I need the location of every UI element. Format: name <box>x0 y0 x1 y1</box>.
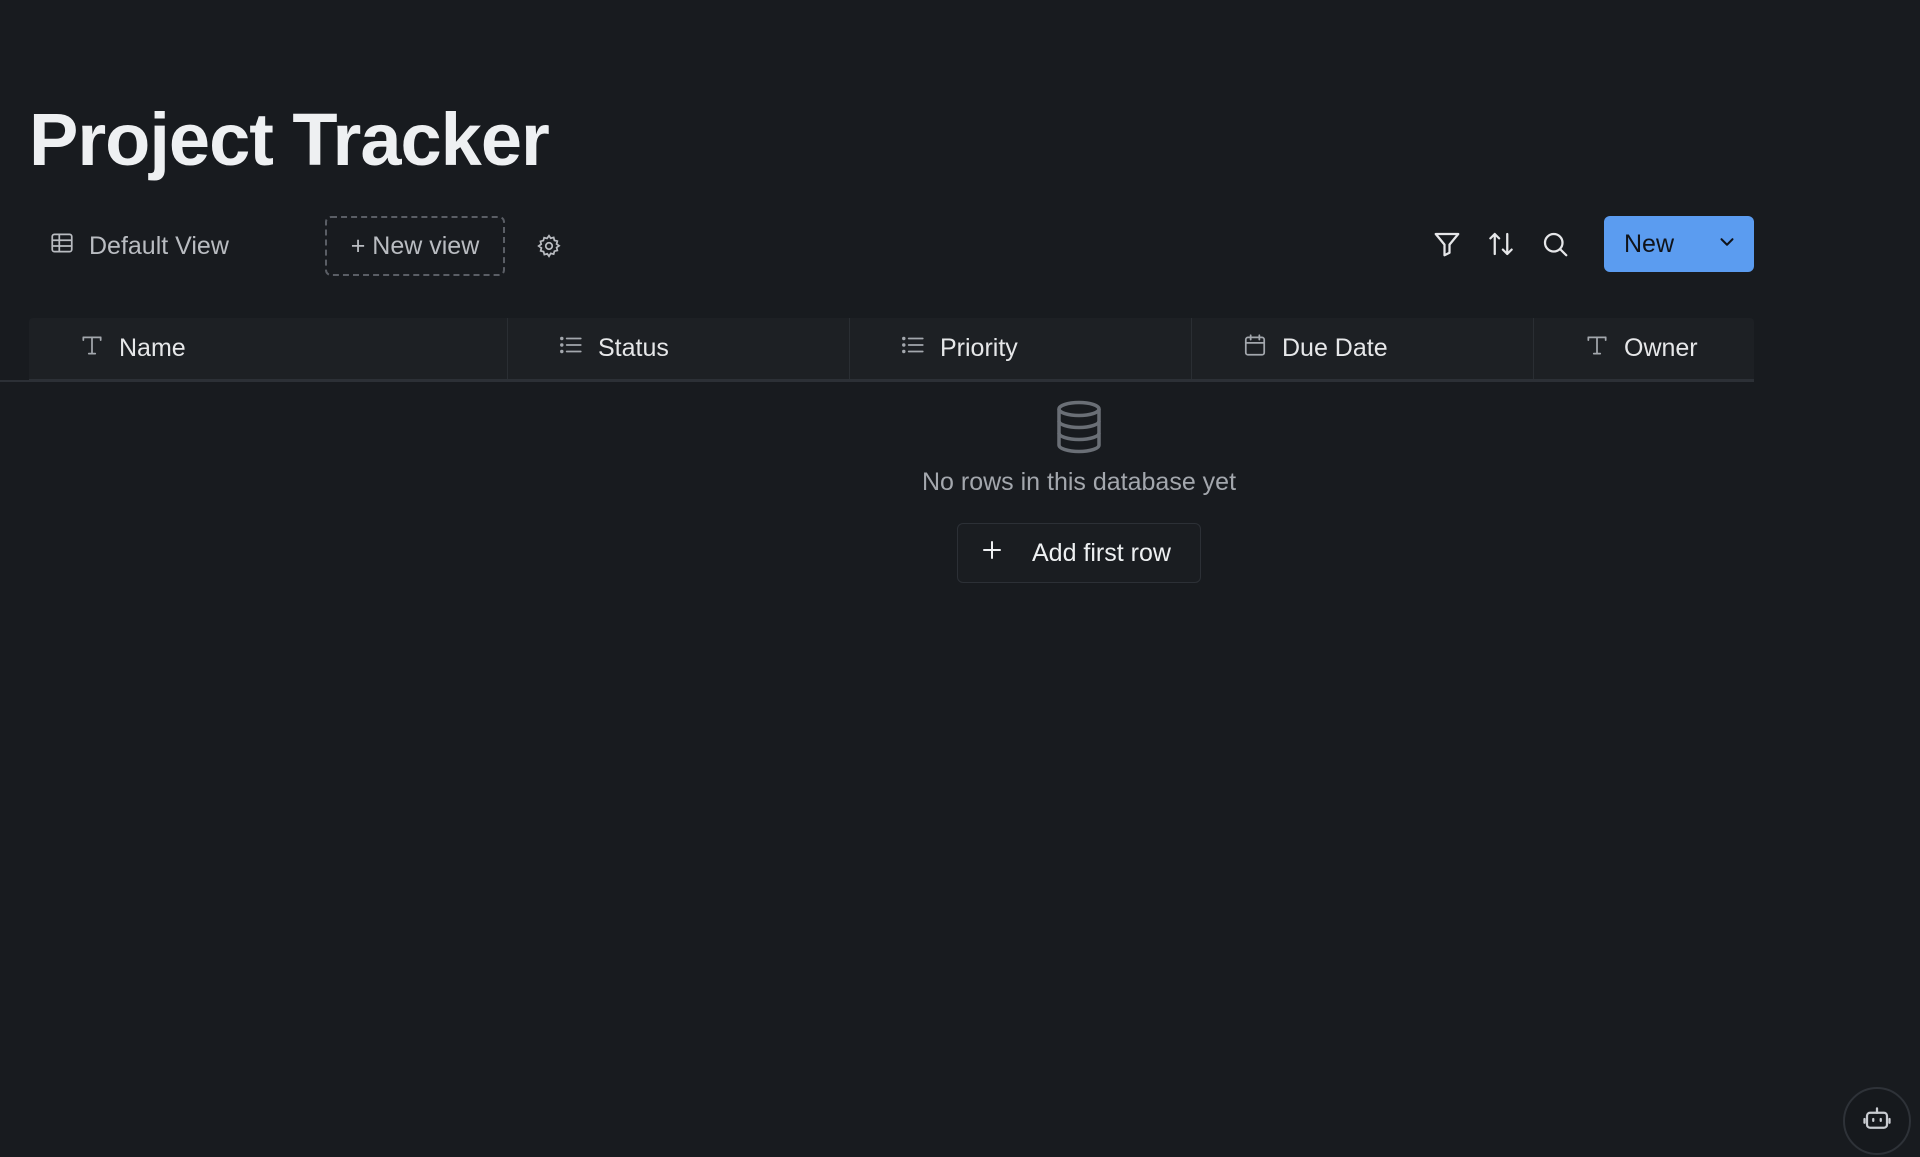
calendar-icon <box>1242 332 1268 365</box>
gear-icon[interactable] <box>535 232 563 260</box>
empty-state-message: No rows in this database yet <box>921 468 1237 496</box>
filter-icon[interactable] <box>1430 227 1464 261</box>
chevron-down-icon <box>1716 231 1738 258</box>
column-header-owner[interactable]: Owner <box>1534 318 1754 379</box>
column-label: Name <box>119 334 186 362</box>
column-label: Due Date <box>1282 334 1388 362</box>
page: Project Tracker Default View + New view … <box>0 0 1920 1157</box>
add-first-row-label: Add first row <box>1032 538 1171 567</box>
table-tools: New <box>1430 216 1754 272</box>
new-view-button[interactable]: + New view <box>325 216 505 276</box>
column-header-name[interactable]: Name <box>29 318 508 379</box>
column-label: Status <box>598 334 669 362</box>
search-icon[interactable] <box>1538 227 1572 261</box>
column-header-priority[interactable]: Priority <box>850 318 1192 379</box>
list-icon <box>900 332 926 365</box>
new-split-button: New <box>1603 216 1754 272</box>
table-header: Name Status Priority Due Date Owner <box>29 318 1754 381</box>
page-title: Project Tracker <box>29 98 550 181</box>
new-button[interactable]: New <box>1604 216 1700 272</box>
new-dropdown-button[interactable] <box>1700 216 1754 272</box>
text-type-icon <box>1584 332 1610 365</box>
view-tab-label: Default View <box>89 231 229 260</box>
view-tab-default[interactable]: Default View <box>49 222 229 270</box>
add-first-row-button[interactable]: Add first row <box>957 523 1201 583</box>
table-divider <box>0 380 1754 382</box>
plus-icon <box>980 538 1004 569</box>
list-icon <box>558 332 584 365</box>
sort-icon[interactable] <box>1484 227 1518 261</box>
column-label: Priority <box>940 334 1018 362</box>
table-icon <box>49 230 75 263</box>
column-label: Owner <box>1624 334 1698 362</box>
robot-icon <box>1862 1104 1892 1139</box>
text-type-icon <box>79 332 105 365</box>
column-header-due-date[interactable]: Due Date <box>1192 318 1534 379</box>
database-icon <box>1054 400 1104 454</box>
column-header-status[interactable]: Status <box>508 318 850 379</box>
view-toolbar: Default View + New view New <box>29 216 1754 276</box>
assistant-button[interactable] <box>1843 1087 1911 1155</box>
